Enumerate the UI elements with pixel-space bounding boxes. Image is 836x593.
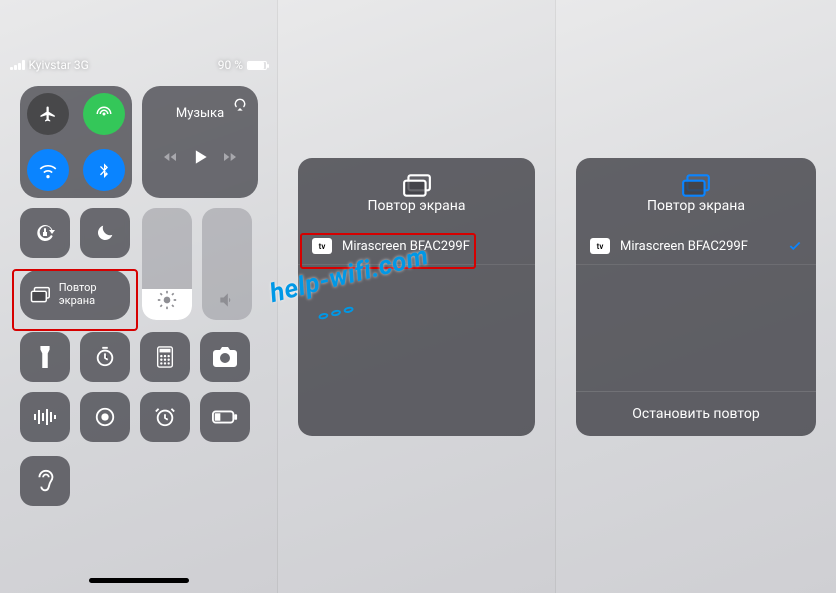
airplane-toggle[interactable] [27, 93, 69, 135]
control-center-screenshot-3: Повтор экрана tv Mirascreen BFAC299F Ост… [556, 0, 836, 593]
rotation-lock-icon [33, 221, 57, 245]
hearing-icon [34, 468, 56, 494]
screen-mirroring-icon [681, 174, 711, 198]
callout-highlight-mirror [12, 269, 138, 331]
camera-icon [213, 347, 237, 367]
media-tile[interactable]: Музыка [142, 86, 258, 198]
voice-memo-button[interactable] [20, 392, 70, 442]
callout-highlight-device [300, 233, 476, 269]
control-center-screenshot-2: Повтор экрана tv Mirascreen BFAC299F hel… [278, 0, 556, 593]
status-bar: Kyivstar 3G 90 % [0, 58, 277, 72]
brightness-slider[interactable] [142, 208, 192, 320]
tv-icon: tv [590, 238, 610, 254]
screen-record-button[interactable] [80, 392, 130, 442]
control-center-screenshot-1: Kyivstar 3G 90 % Музыка [0, 0, 278, 593]
battery-percent: 90 % [218, 58, 243, 72]
volume-slider[interactable] [202, 208, 252, 320]
do-not-disturb-toggle[interactable] [80, 208, 130, 258]
screen-mirroring-icon [402, 174, 432, 198]
stop-mirroring-button[interactable]: Остановить повтор [576, 391, 816, 436]
screen-record-icon [94, 406, 116, 428]
screen-mirroring-sheet-connected: Повтор экрана tv Mirascreen BFAC299F Ост… [576, 158, 816, 436]
cellular-icon [95, 105, 113, 123]
cellular-toggle[interactable] [83, 93, 125, 135]
rotation-lock-toggle[interactable] [20, 208, 70, 258]
volume-icon [217, 290, 237, 310]
calculator-button[interactable] [140, 332, 190, 382]
calculator-icon [155, 346, 175, 368]
airplane-icon [39, 105, 57, 123]
play-icon[interactable] [190, 147, 210, 167]
flashlight-button[interactable] [20, 332, 70, 382]
low-power-icon [212, 410, 238, 424]
alarm-button[interactable] [140, 392, 190, 442]
bluetooth-toggle[interactable] [83, 149, 125, 191]
voice-memo-icon [33, 408, 57, 426]
timer-icon [94, 346, 116, 368]
carrier-label: Kyivstar 3G [29, 58, 89, 72]
alarm-icon [154, 406, 176, 428]
checkmark-icon [788, 239, 802, 253]
timer-button[interactable] [80, 332, 130, 382]
screen-mirroring-sheet: Повтор экрана tv Mirascreen BFAC299F [298, 158, 535, 436]
low-power-button[interactable] [200, 392, 250, 442]
battery-icon [247, 61, 267, 70]
brightness-icon [157, 290, 177, 310]
hearing-button[interactable] [20, 456, 70, 506]
sheet-title: Повтор экрана [298, 198, 535, 214]
back-icon[interactable] [160, 149, 180, 165]
device-row-connected[interactable]: tv Mirascreen BFAC299F [576, 228, 816, 265]
wifi-icon [38, 160, 58, 180]
home-indicator[interactable] [89, 578, 189, 583]
airplay-icon [232, 96, 248, 112]
sheet-title: Повтор экрана [576, 198, 816, 214]
bluetooth-icon [96, 162, 112, 178]
wifi-toggle[interactable] [27, 149, 69, 191]
connectivity-tile[interactable] [20, 86, 132, 198]
do-not-disturb-icon [94, 222, 116, 244]
flashlight-icon [36, 346, 54, 368]
forward-icon[interactable] [220, 149, 240, 165]
device-name: Mirascreen BFAC299F [620, 239, 748, 254]
camera-button[interactable] [200, 332, 250, 382]
signal-icon [10, 60, 25, 70]
